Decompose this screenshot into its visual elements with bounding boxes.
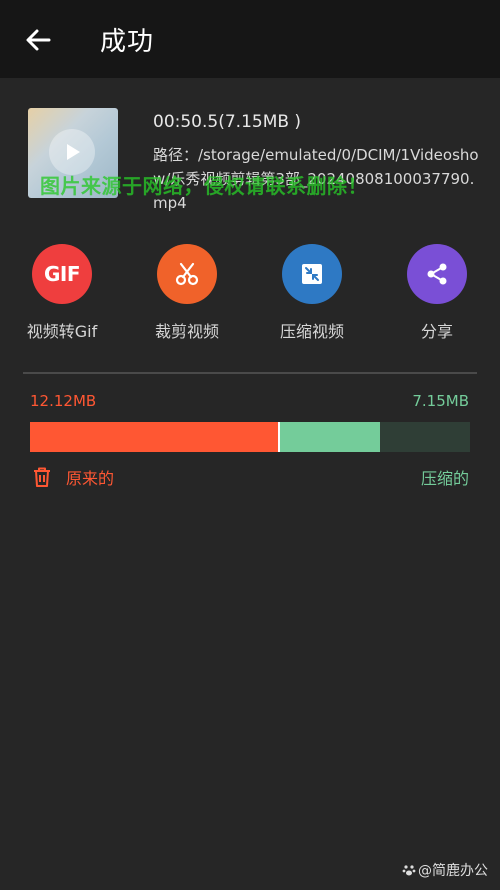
gif-convert-button[interactable]: GIF 视频转Gif [7, 244, 117, 342]
trash-icon [34, 467, 50, 487]
compress-icon [282, 244, 342, 304]
compress-video-button[interactable]: 压缩视频 [257, 244, 367, 342]
watermark-text: 图片来源于网络，侵权请联系删除！ [40, 174, 368, 198]
original-label: 原来的 [66, 469, 115, 488]
credit-text: @简鹿办公 [402, 860, 488, 880]
credit-label: @简鹿办公 [418, 863, 488, 879]
back-button[interactable] [18, 20, 58, 60]
compress-video-label: 压缩视频 [279, 322, 344, 341]
arrow-left-icon [26, 29, 51, 51]
app-bar: 成功 [0, 0, 500, 78]
paw-icon [402, 865, 416, 876]
trim-video-label: 裁剪视频 [154, 322, 219, 341]
compressed-size: 7.15MB [412, 392, 469, 410]
compressed-label: 压缩的 [420, 469, 469, 488]
gif-icon-text: GIF [43, 262, 81, 286]
size-comparison-bar [30, 422, 470, 452]
original-size-fill [30, 422, 278, 452]
size-marker [278, 422, 280, 452]
delete-original-button[interactable]: 原来的 [32, 465, 114, 489]
original-size: 12.12MB [30, 392, 97, 410]
trim-video-button[interactable]: 裁剪视频 [132, 244, 242, 342]
share-icon [407, 244, 467, 304]
divider [23, 372, 477, 374]
share-label: 分享 [420, 322, 453, 341]
scissors-icon [157, 244, 217, 304]
share-button[interactable]: 分享 [382, 244, 492, 342]
play-icon[interactable] [49, 129, 95, 175]
video-duration-size: 00:50.5(7.15MB ) [153, 112, 302, 132]
gif-icon: GIF [32, 244, 92, 304]
gif-convert-label: 视频转Gif [26, 322, 98, 341]
page-title: 成功 [100, 27, 155, 57]
